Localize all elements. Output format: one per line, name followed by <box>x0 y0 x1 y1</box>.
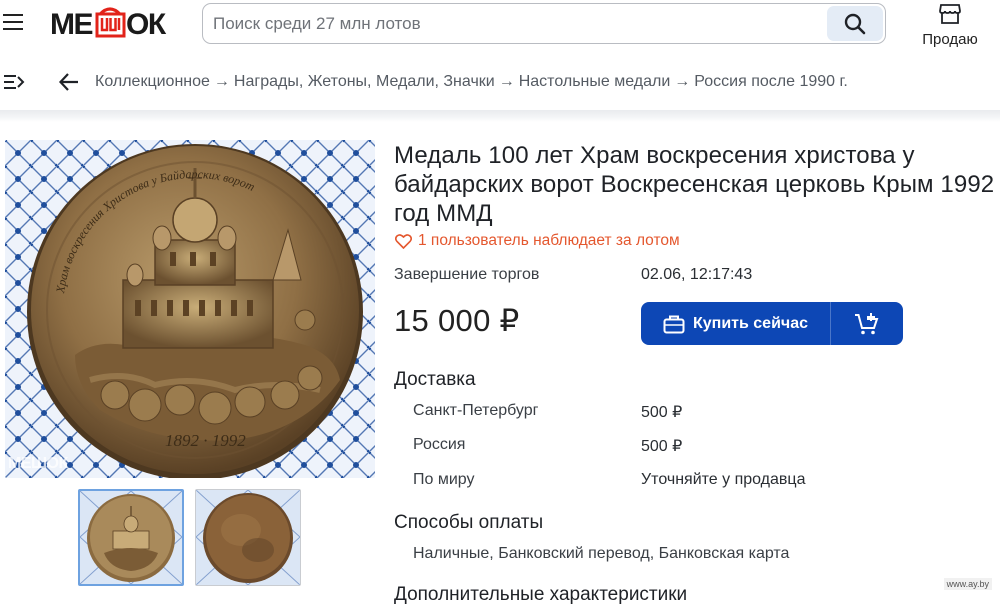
breadcrumb-row: Коллекционное → Награды, Жетоны, Медали, З… <box>0 60 1000 104</box>
briefcase-icon <box>663 315 685 333</box>
breadcrumb-separator: → <box>213 73 230 90</box>
back-arrow-icon[interactable] <box>58 71 80 98</box>
breadcrumb-separator: → <box>498 73 515 90</box>
heart-icon <box>395 233 412 249</box>
end-value: 02.06, 12:17:43 <box>641 266 753 283</box>
breadcrumb-link[interactable]: Коллекционное <box>95 73 210 90</box>
payment-methods: Наличные, Банковский перевод, Банковская… <box>413 545 790 562</box>
watchers-text: 1 пользователь наблюдает за лотом <box>418 232 680 249</box>
delivery-region: Санкт-Петербург <box>413 402 539 419</box>
delivery-heading: Доставка <box>394 369 476 390</box>
search-bar <box>202 3 886 44</box>
sell-label: Продаю <box>922 31 978 48</box>
svg-text:МЕ: МЕ <box>50 8 92 40</box>
delivery-region: По миру <box>413 471 475 488</box>
lot-price: 15 000 ₽ <box>394 303 520 338</box>
search-icon <box>844 13 866 34</box>
meshok-logo-icon: МЕ ОК <box>50 7 168 40</box>
breadcrumb: Коллекционное → Награды, Жетоны, Медали, З… <box>95 73 848 91</box>
photo-thumbnail-1[interactable] <box>78 489 184 586</box>
photo-thumbnail-2[interactable] <box>195 489 301 586</box>
lot-title: Медаль 100 лет Храм воскресения христова… <box>394 142 995 227</box>
search-input[interactable] <box>213 4 813 43</box>
add-to-cart-icon <box>855 312 879 334</box>
add-to-cart-button[interactable] <box>831 302 903 345</box>
medal-years-text: 1892 · 1992 <box>165 431 246 450</box>
delivery-cost: 500 ₽ <box>641 438 683 455</box>
breadcrumb-link[interactable]: Награды, Жетоны, Медали, Значки <box>234 73 495 90</box>
store-icon <box>939 4 961 24</box>
watchers-link[interactable]: 1 пользователь наблюдает за лотом <box>395 232 680 250</box>
end-label: Завершение торгов <box>394 266 540 283</box>
top-header: МЕ ОК Продаю <box>0 0 1000 50</box>
svg-text:ОК: ОК <box>126 8 167 40</box>
site-watermark: www.ay.by <box>943 578 992 590</box>
sell-button[interactable]: Продаю <box>914 4 986 48</box>
catalog-menu-icon[interactable] <box>3 73 25 96</box>
photo-watermark: МЕШОК <box>8 455 68 472</box>
section-divider <box>0 110 1000 122</box>
breadcrumb-separator: → <box>674 73 691 90</box>
payment-heading: Способы оплаты <box>394 512 544 533</box>
buy-now-label: Купить сейчас <box>693 314 808 332</box>
delivery-cost: Уточняйте у продавца <box>641 471 806 488</box>
search-button[interactable] <box>827 6 883 41</box>
breadcrumb-link[interactable]: Россия после 1990 г. <box>694 73 848 90</box>
delivery-region: Россия <box>413 436 466 453</box>
more-characteristics-heading[interactable]: Дополнительные характеристики <box>394 584 687 606</box>
breadcrumb-link[interactable]: Настольные медали <box>519 73 671 90</box>
site-logo[interactable]: МЕ ОК <box>50 4 180 40</box>
hamburger-menu-icon[interactable] <box>3 14 25 32</box>
buy-now-button[interactable]: Купить сейчас <box>641 302 831 345</box>
buy-button-group: Купить сейчас <box>641 302 903 345</box>
delivery-cost: 500 ₽ <box>641 404 683 421</box>
main-lot-photo[interactable]: 1892 · 1992 Храм воскресения Христова у … <box>5 140 375 478</box>
